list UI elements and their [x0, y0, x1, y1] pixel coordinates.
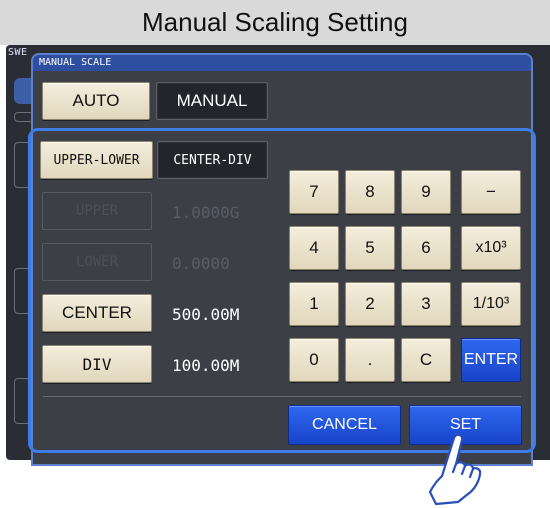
key-0[interactable]: 0 — [289, 338, 339, 382]
lower-value: 0.0000 — [172, 254, 230, 273]
key-2[interactable]: 2 — [345, 282, 395, 326]
background-tag: SWE — [8, 47, 28, 58]
key-3[interactable]: 3 — [401, 282, 451, 326]
center-button[interactable]: CENTER — [42, 294, 152, 332]
key-clear[interactable]: C — [401, 338, 451, 382]
key-minus[interactable]: − — [461, 170, 521, 214]
upper-button: UPPER — [42, 192, 152, 230]
cancel-button[interactable]: CANCEL — [288, 405, 401, 445]
footer-divider — [43, 396, 521, 397]
pointing-hand-icon — [428, 433, 482, 506]
dialog-title: MANUAL SCALE — [33, 55, 531, 71]
key-4[interactable]: 4 — [289, 226, 339, 270]
upper-value: 1.0000G — [172, 203, 240, 222]
page-banner-title: Manual Scaling Setting — [0, 0, 550, 45]
lower-button: LOWER — [42, 243, 152, 281]
key-dot[interactable]: . — [345, 338, 395, 382]
manual-button[interactable]: MANUAL — [156, 82, 268, 120]
key-x1000[interactable]: x10³ — [461, 226, 521, 270]
key-div1000[interactable]: 1/10³ — [461, 282, 521, 326]
key-8[interactable]: 8 — [345, 170, 395, 214]
enter-button[interactable]: ENTER — [461, 338, 521, 382]
key-1[interactable]: 1 — [289, 282, 339, 326]
upper-lower-button[interactable]: UPPER-LOWER — [40, 141, 153, 179]
key-9[interactable]: 9 — [401, 170, 451, 214]
key-6[interactable]: 6 — [401, 226, 451, 270]
auto-button[interactable]: AUTO — [42, 82, 150, 120]
center-div-button[interactable]: CENTER-DIV — [157, 141, 268, 179]
div-button[interactable]: DIV — [42, 345, 152, 383]
key-7[interactable]: 7 — [289, 170, 339, 214]
center-value: 500.00M — [172, 305, 240, 324]
div-value: 100.00M — [172, 356, 240, 375]
key-5[interactable]: 5 — [345, 226, 395, 270]
